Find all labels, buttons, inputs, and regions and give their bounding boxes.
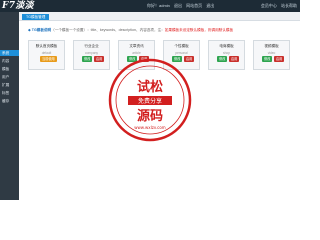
card-subtitle: article [132, 51, 141, 55]
user-area: 你好！admin 退出 网站首页 退出 [147, 0, 217, 12]
stamp-bottom-text: 源码 [137, 108, 163, 124]
sidebar-item-cache[interactable]: 缓存 [0, 98, 19, 104]
member-center-link[interactable]: 会员中心 [261, 3, 277, 8]
user-greeting: 你好！admin [147, 3, 170, 8]
notice-detail: title、keywords、description、内容选项，注： [90, 28, 165, 32]
template-card-shop: 电商模板 shop 修改 启用 [208, 40, 245, 70]
help-link[interactable]: 站长帮助 [281, 3, 297, 8]
sub-tab-bar: TG模板管理 [19, 12, 300, 21]
stamp-middle-text: 免费分享 [138, 97, 162, 105]
template-card-company: 行业企业 company 修改 启用 [73, 40, 110, 70]
card-subtitle: default [41, 51, 52, 55]
enable-button[interactable]: 启用 [229, 56, 240, 62]
sidebar: 系统 内容 模板 用户 扩展 标签 缓存 [0, 12, 19, 200]
top-bar: F7淡淡 你好！admin 退出 网站首页 退出 会员中心 站长帮助 [0, 0, 300, 12]
edit-button[interactable]: 修改 [262, 56, 273, 62]
exit-link[interactable]: 退出 [206, 3, 214, 8]
sidebar-item-content[interactable]: 内容 [0, 58, 19, 64]
card-title: 文章资讯 [129, 44, 144, 48]
enable-button[interactable]: 启用 [94, 56, 105, 62]
sidebar-item-template[interactable]: 模板 [0, 66, 19, 72]
logout-link[interactable]: 退出 [174, 3, 182, 8]
notice-text: （一个模板一个设置）： [51, 28, 91, 32]
notice-lead: ◆ TG模板说明 [28, 28, 52, 32]
template-notice: ◆ TG模板说明（一个模板一个设置）：title、keywords、descri… [28, 27, 233, 33]
watermark-stamp: 试松 免费分享 源码 www.wxlzv.com [108, 58, 192, 142]
card-title: 行业企业 [84, 44, 99, 48]
site-home-link[interactable]: 网站首页 [186, 3, 202, 8]
template-card-video: 视频模板 video 修改 启用 [253, 40, 290, 70]
card-title: 默认首页模板 [35, 44, 58, 48]
enable-button[interactable]: 启用 [274, 56, 285, 62]
card-subtitle: company [85, 51, 98, 55]
app-logo: F7淡淡 [2, 1, 34, 11]
card-title: 电商模板 [219, 44, 234, 48]
tab-tg-template[interactable]: TG模板管理 [22, 14, 50, 20]
card-subtitle: personal [175, 51, 188, 55]
in-use-button[interactable]: 当前使用 [40, 56, 57, 62]
stamp-url-text: www.wxlzv.com [134, 125, 166, 130]
card-subtitle: shop [223, 51, 230, 55]
sidebar-item-tags[interactable]: 标签 [0, 90, 19, 96]
card-subtitle: video [267, 51, 276, 55]
sidebar-item-extend[interactable]: 扩展 [0, 82, 19, 88]
card-title: 个性模板 [174, 44, 189, 48]
template-card-default: 默认首页模板 default 当前使用 [28, 40, 65, 70]
notice-warning: 如果模板未设定默认模板，则调用默认模板 [164, 28, 234, 32]
edit-button[interactable]: 修改 [217, 56, 228, 62]
stamp-top-text: 试松 [137, 79, 163, 95]
sidebar-item-system[interactable]: 系统 [0, 50, 19, 56]
card-title: 视频模板 [264, 44, 279, 48]
sidebar-item-users[interactable]: 用户 [0, 74, 19, 80]
header-links: 会员中心 站长帮助 [258, 0, 297, 12]
edit-button[interactable]: 修改 [82, 56, 93, 62]
